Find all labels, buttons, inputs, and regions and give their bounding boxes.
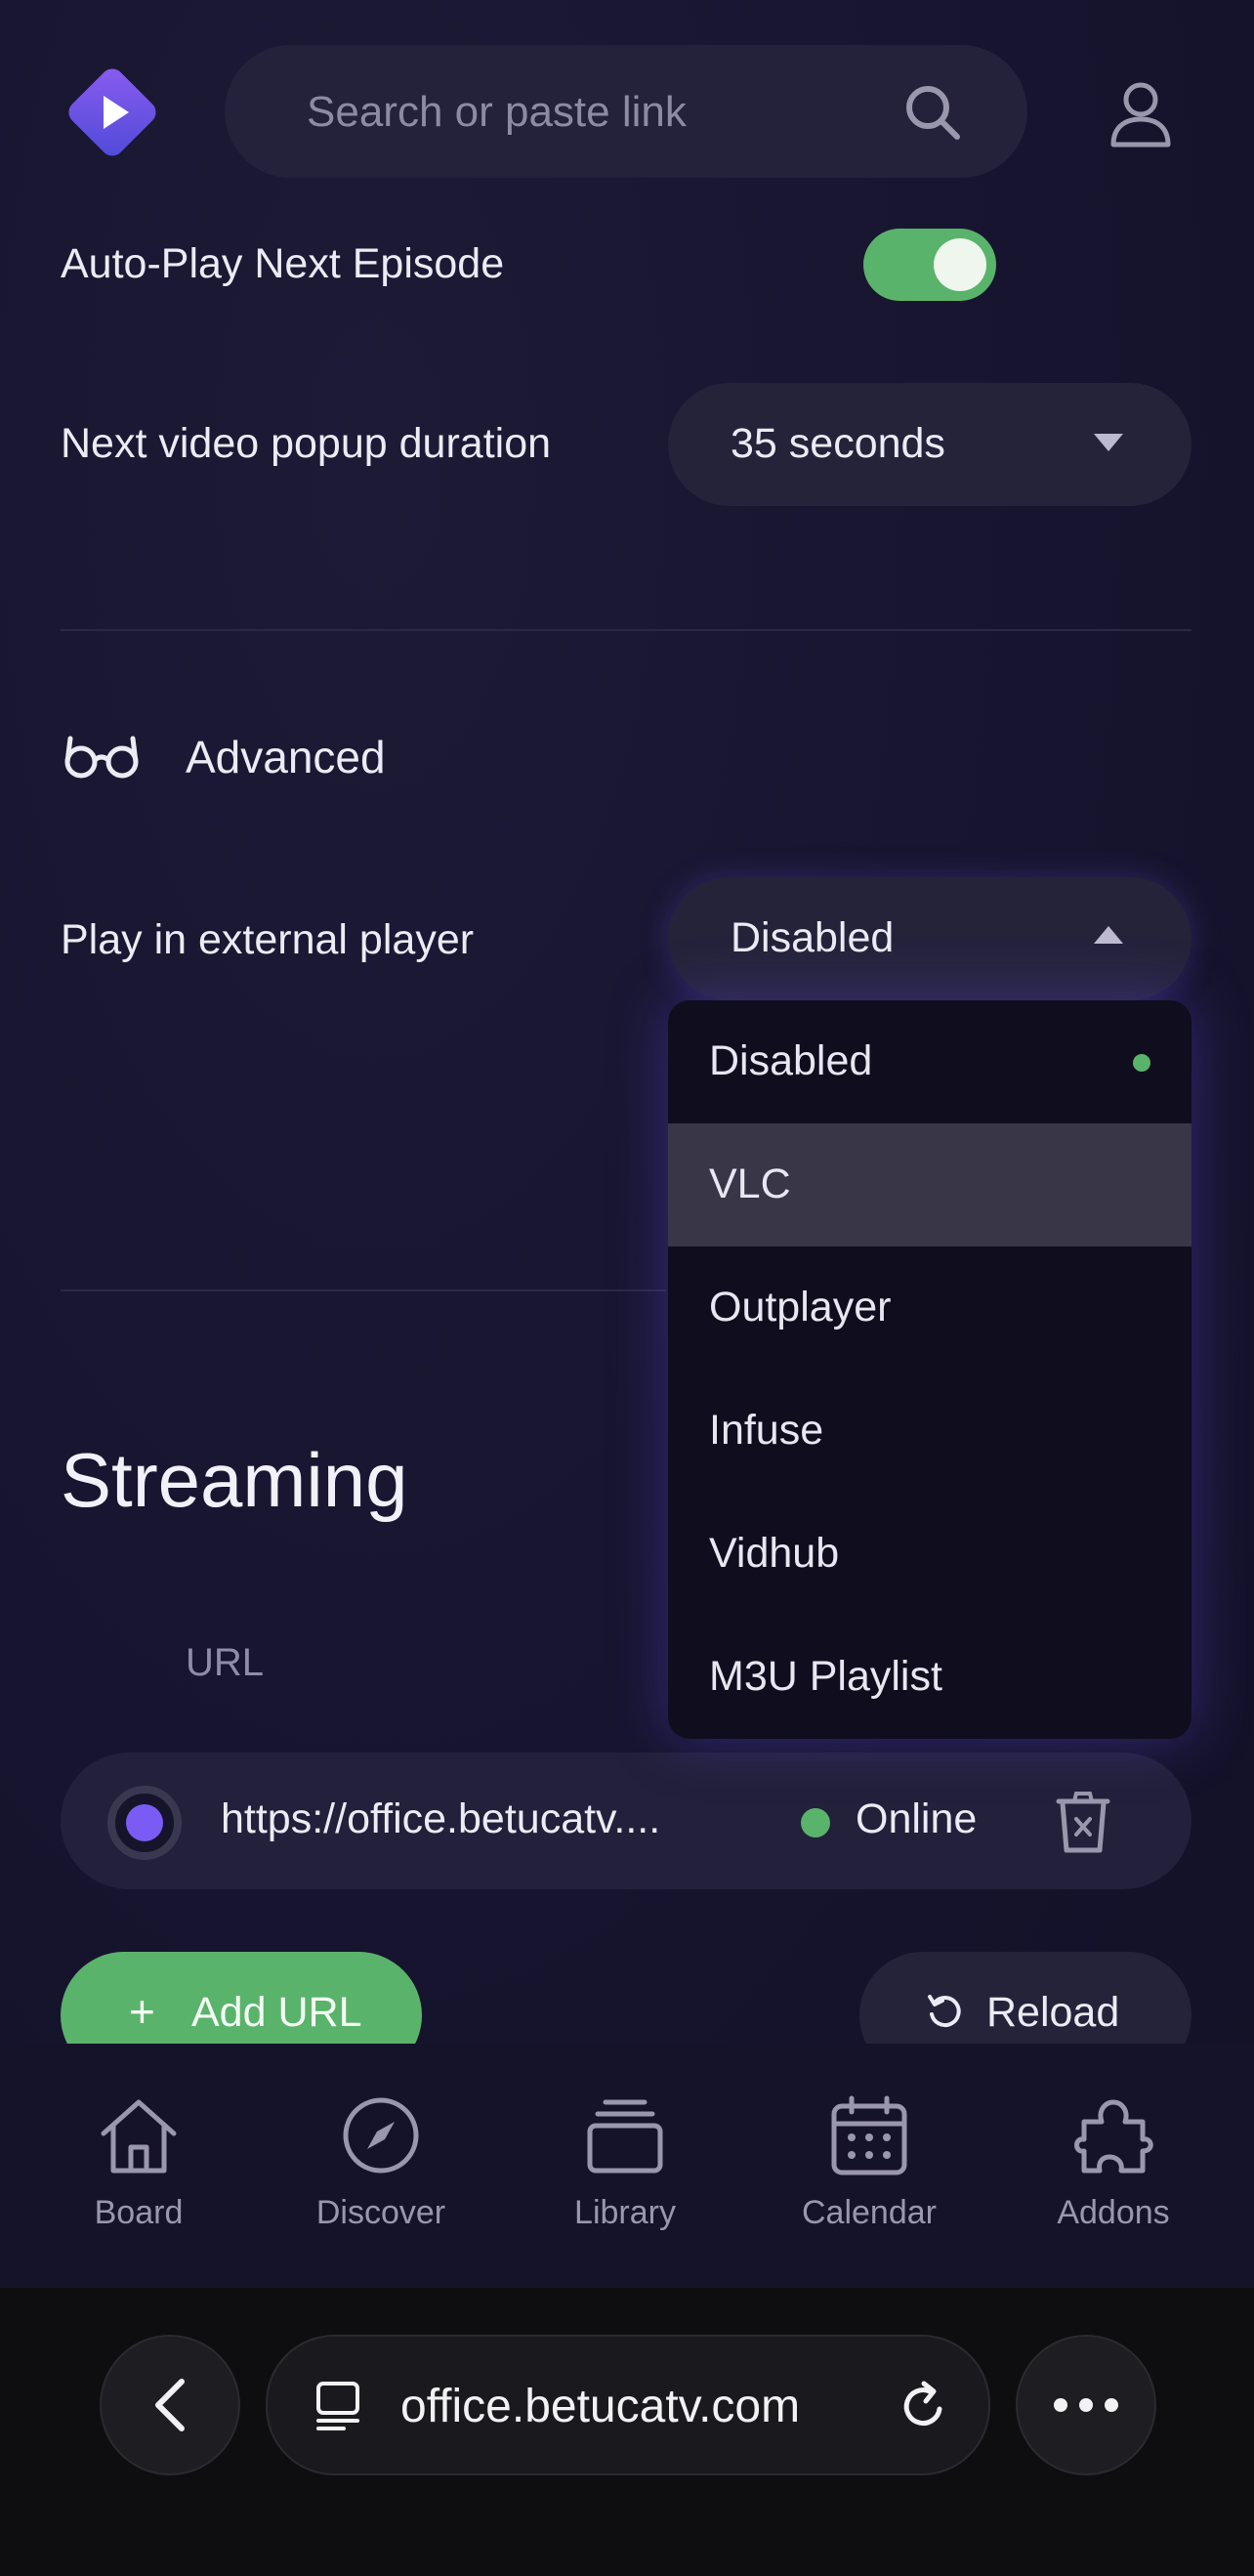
search-icon[interactable] (902, 82, 963, 143)
stream-url-text: https://office.betucatv.... (221, 1795, 661, 1842)
selected-indicator-dot (1133, 1054, 1150, 1072)
more-button[interactable] (1016, 2335, 1156, 2475)
option-label: VLC (709, 1161, 791, 1207)
toggle-knob (934, 238, 986, 291)
popup-duration-select[interactable]: 35 seconds (668, 383, 1191, 506)
puzzle-icon (1074, 2099, 1153, 2174)
option-label: Outplayer (709, 1284, 892, 1330)
stream-status-text: Online (856, 1795, 978, 1842)
reload-page-icon[interactable] (900, 2380, 949, 2430)
autoplay-label: Auto-Play Next Episode (61, 240, 505, 287)
reload-label: Reload (986, 1989, 1120, 2036)
popup-duration-value: 35 seconds (731, 420, 945, 467)
play-logo-icon[interactable] (61, 61, 164, 164)
home-icon (101, 2099, 177, 2174)
divider (61, 629, 1191, 631)
url-radio-selected[interactable] (107, 1786, 182, 1860)
calendar-icon (831, 2095, 907, 2175)
tab-calendar[interactable]: Calendar (772, 2092, 967, 2249)
user-icon[interactable] (1108, 78, 1174, 148)
tab-library[interactable]: Library (527, 2092, 723, 2249)
dropdown-option-infuse[interactable]: Infuse (668, 1370, 1191, 1493)
dropdown-option-m3u-playlist[interactable]: M3U Playlist (668, 1616, 1191, 1739)
url-column-header: URL (186, 1641, 265, 1684)
tab-label: Board (94, 2194, 184, 2231)
external-player-value: Disabled (731, 914, 895, 961)
dropdown-option-vlc[interactable]: VLC (668, 1123, 1191, 1246)
trash-icon[interactable] (1053, 1790, 1113, 1854)
popup-duration-label: Next video popup duration (61, 420, 552, 467)
external-player-select[interactable]: Disabled (668, 877, 1191, 1000)
dropdown-option-disabled[interactable]: Disabled (668, 1000, 1191, 1123)
tab-addons[interactable]: Addons (1016, 2092, 1211, 2249)
app-screen: Search or paste link Auto-Play Next Epis… (0, 0, 1254, 2288)
stream-url-row[interactable]: https://office.betucatv.... Online (61, 1753, 1191, 1889)
dropdown-option-vidhub[interactable]: Vidhub (668, 1493, 1191, 1616)
tab-label: Discover (315, 2194, 446, 2231)
divider (61, 1289, 666, 1291)
option-label: Disabled (709, 1037, 873, 1084)
tab-label: Addons (1057, 2194, 1170, 2231)
tab-discover[interactable]: Discover (283, 2092, 479, 2249)
glasses-icon (64, 736, 139, 779)
online-status-dot (801, 1808, 830, 1837)
more-dots-icon (1054, 2398, 1118, 2412)
autoplay-toggle[interactable] (863, 229, 996, 301)
search-input[interactable]: Search or paste link (225, 45, 1027, 178)
radio-dot (126, 1804, 163, 1841)
dropdown-option-outplayer[interactable]: Outplayer (668, 1246, 1191, 1370)
compass-icon (343, 2097, 419, 2174)
reload-icon (928, 1995, 961, 2028)
option-label: M3U Playlist (709, 1653, 942, 1700)
back-button[interactable] (100, 2335, 240, 2475)
search-placeholder: Search or paste link (307, 88, 687, 136)
chevron-down-icon (1094, 434, 1123, 451)
address-text: office.betucatv.com (400, 2381, 801, 2432)
tab-board[interactable]: Board (41, 2092, 236, 2249)
address-bar[interactable]: office.betucatv.com (266, 2335, 990, 2475)
bottom-tab-bar: Board Discover Library Calendar Addons (0, 2044, 1254, 2288)
chevron-left-icon (155, 2379, 185, 2431)
tab-overview-icon[interactable] (314, 2380, 363, 2430)
chevron-up-icon (1094, 926, 1123, 944)
external-player-dropdown: Disabled VLC Outplayer Infuse Vidhub M3U… (668, 1000, 1191, 1739)
plus-icon: + (129, 1986, 155, 2037)
external-player-label: Play in external player (61, 916, 475, 963)
browser-toolbar: office.betucatv.com (0, 2288, 1254, 2576)
add-url-label: Add URL (191, 1989, 362, 2036)
advanced-section-title: Advanced (186, 732, 386, 782)
library-icon (587, 2099, 663, 2174)
option-label: Vidhub (709, 1530, 840, 1577)
tab-label: Library (574, 2194, 676, 2231)
streaming-title: Streaming (61, 1437, 408, 1523)
tab-label: Calendar (802, 2194, 937, 2231)
option-label: Infuse (709, 1407, 824, 1454)
